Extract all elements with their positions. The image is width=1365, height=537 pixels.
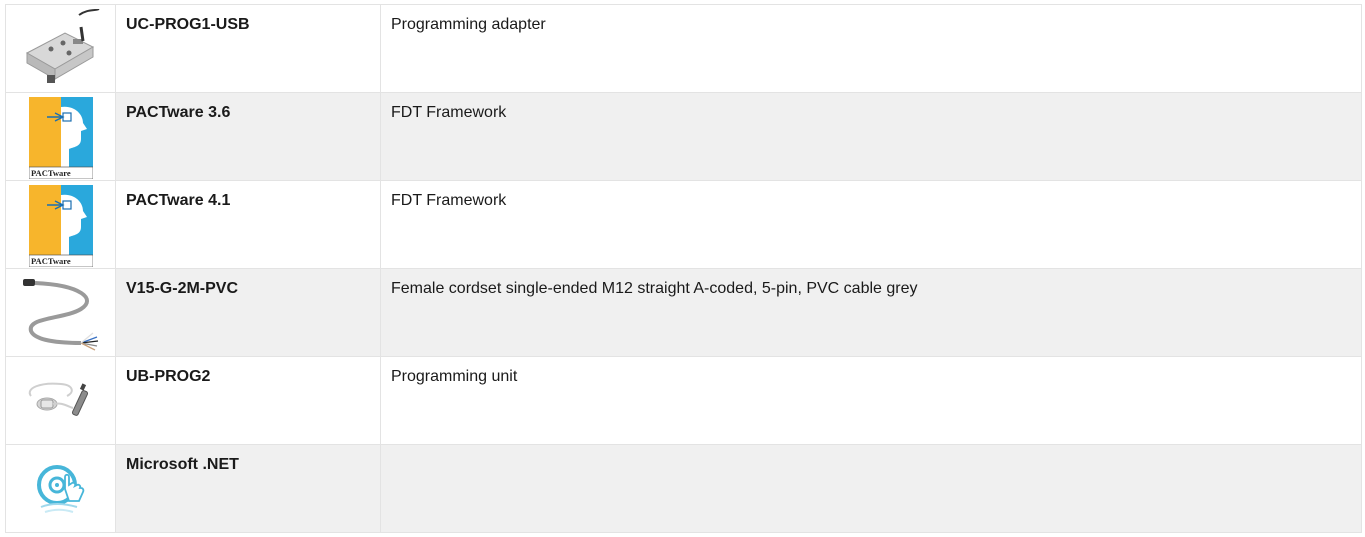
- table-row: UB-PROG2 Programming unit: [6, 356, 1361, 444]
- product-image-cell: PACTware: [6, 181, 116, 268]
- product-name: PACTware 3.6: [116, 93, 381, 180]
- product-description: Programming adapter: [391, 16, 546, 33]
- product-image-cell: [6, 269, 116, 356]
- accessories-table: UC-PROG1-USB Programming adapter PACTwar…: [5, 4, 1362, 533]
- software-cd-icon: [36, 464, 84, 513]
- product-name: UB-PROG2: [116, 357, 381, 444]
- product-description: Female cordset single-ended M12 straight…: [391, 280, 918, 297]
- product-image-cell: [6, 357, 116, 444]
- table-row: UC-PROG1-USB Programming adapter: [6, 4, 1361, 92]
- product-description: Programming unit: [391, 368, 518, 385]
- cordset-cable-icon: [22, 278, 98, 351]
- product-description: FDT Framework: [391, 104, 507, 121]
- table-row: Microsoft .NET: [6, 444, 1361, 532]
- table-row: PACTware PACTware 3.6 FDT Framework: [6, 92, 1361, 180]
- product-image-cell: PACTware: [6, 93, 116, 180]
- product-description: FDT Framework: [391, 192, 507, 209]
- pactware-logo-icon: PACTware: [28, 96, 93, 179]
- product-name: Microsoft .NET: [116, 445, 381, 532]
- product-name: V15-G-2M-PVC: [116, 269, 381, 356]
- product-name: UC-PROG1-USB: [116, 5, 381, 92]
- pactware-logo-text: PACTware: [31, 168, 71, 178]
- pactware-logo-icon: PACTware: [28, 184, 93, 267]
- usb-programming-adapter-icon: [25, 8, 99, 83]
- programming-unit-icon: [28, 382, 88, 416]
- pactware-logo-text: PACTware: [31, 256, 71, 266]
- table-row: V15-G-2M-PVC Female cordset single-ended…: [6, 268, 1361, 356]
- table-row: PACTware PACTware 4.1 FDT Framework: [6, 180, 1361, 268]
- product-image-cell: [6, 445, 116, 532]
- product-image-cell: [6, 5, 116, 92]
- product-name: PACTware 4.1: [116, 181, 381, 268]
- product-description: [381, 445, 1361, 532]
